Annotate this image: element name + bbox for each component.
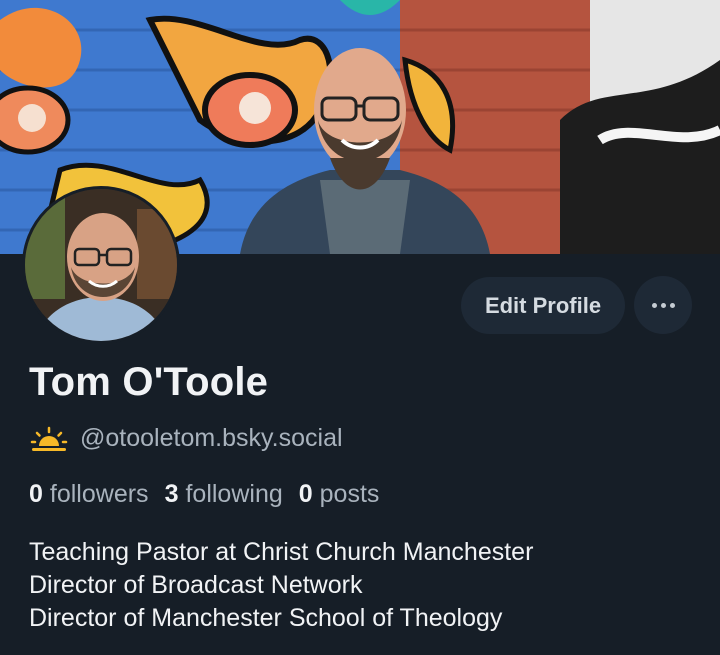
handle-row: @otooletom.bsky.social [30,424,343,453]
following-label: following [185,480,283,508]
ellipsis-icon [651,302,675,308]
profile-bio: Teaching Pastor at Christ Church Manches… [29,536,533,635]
profile-stats: 0 followers 3 following 0 posts [29,480,395,509]
posts-count: 0 [298,480,313,508]
followers-stat[interactable]: 0 followers [29,480,149,509]
user-handle[interactable]: @otooletom.bsky.social [80,424,343,453]
edit-profile-button[interactable]: Edit Profile [461,277,625,334]
profile-avatar[interactable] [22,186,180,344]
sunrise-icon [30,426,68,451]
display-name: Tom O'Toole [29,360,269,404]
following-stat[interactable]: 3 following [165,480,283,509]
posts-stat: 0 posts [299,480,380,509]
bio-line: Teaching Pastor at Christ Church Manches… [29,538,534,566]
bio-line: Director of Manchester School of Theolog… [29,604,503,632]
followers-label: followers [49,480,149,508]
posts-label: posts [319,480,380,508]
more-options-button[interactable] [634,276,692,334]
followers-count: 0 [29,480,43,508]
bio-line: Director of Broadcast Network [29,571,363,599]
avatar-image [25,189,177,341]
following-count: 3 [164,480,179,508]
